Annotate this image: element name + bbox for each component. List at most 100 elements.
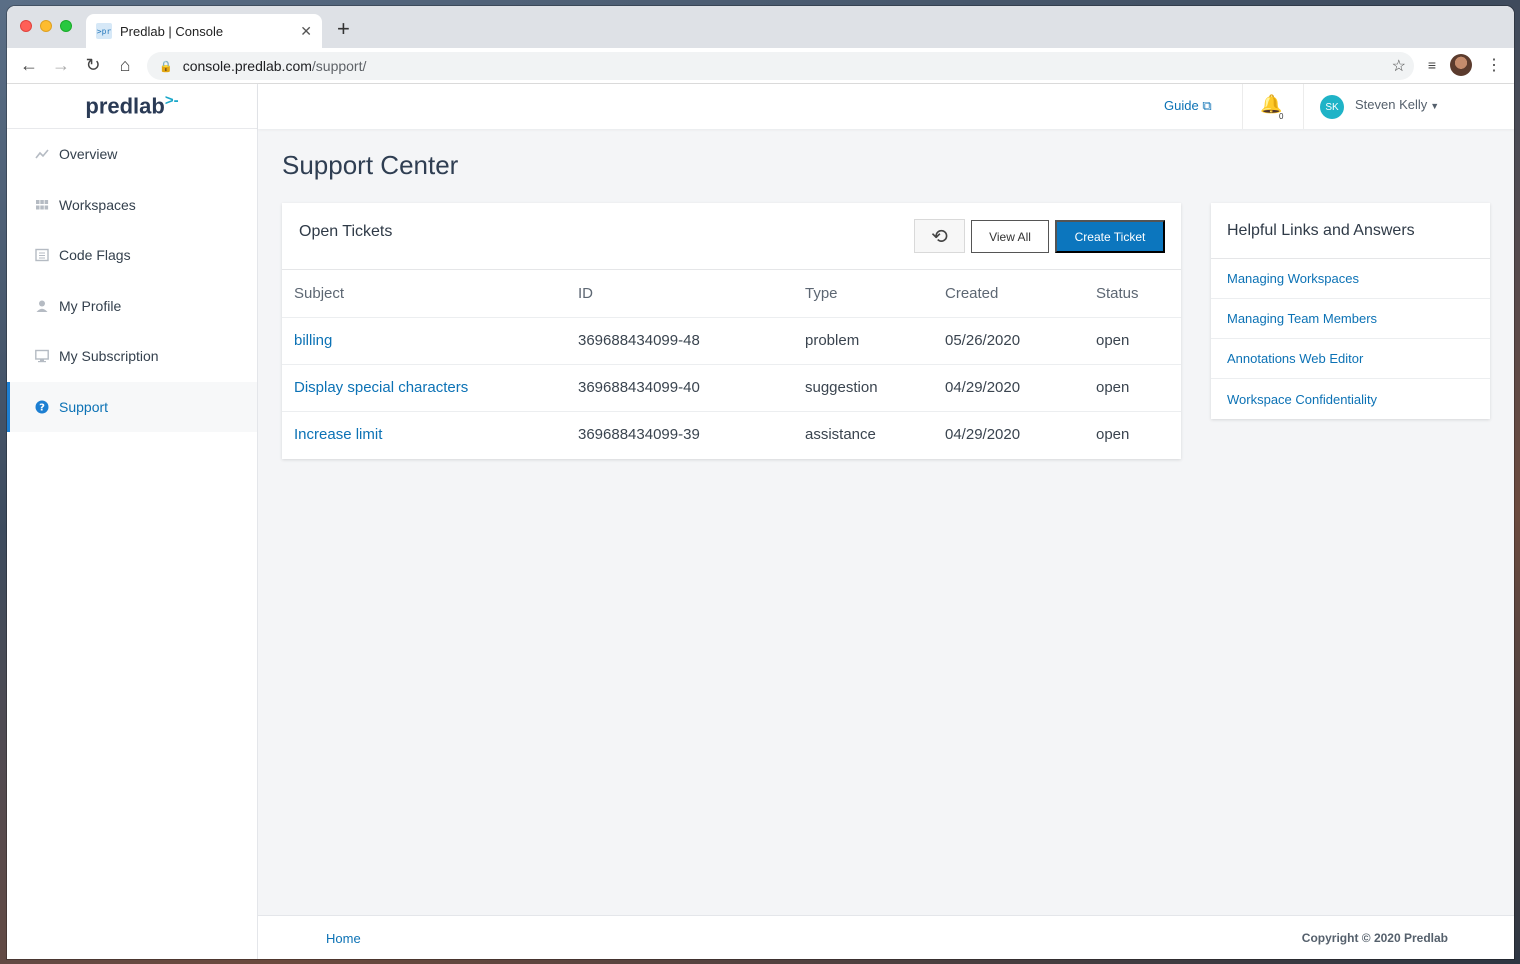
ticket-created: 05/26/2020 <box>933 317 1084 365</box>
card-title: Open Tickets <box>299 223 393 240</box>
browser-window: >pr Predlab | Console ✕ + ← → ↻ ⌂ 🔒 cons… <box>7 6 1514 959</box>
create-ticket-button[interactable]: Create Ticket <box>1055 220 1165 253</box>
user-menu[interactable]: Steven Kelly ▼ <box>1355 97 1439 112</box>
open-tickets-card: Open Tickets ⟲ View All Create Ticket Su… <box>282 203 1181 459</box>
table-row: Increase limit 369688434099-39 assistanc… <box>282 411 1181 458</box>
sidebar-item-label: My Profile <box>59 297 122 314</box>
browser-tab[interactable]: >pr Predlab | Console ✕ <box>86 14 322 48</box>
column-header[interactable]: ID <box>566 270 793 318</box>
table-row: billing 369688434099-48 problem 05/26/20… <box>282 317 1181 365</box>
ticket-status: open <box>1084 317 1181 365</box>
refresh-icon: ⟲ <box>931 225 948 248</box>
sidebar-item-my-profile[interactable]: My Profile <box>7 281 257 332</box>
calendar-icon <box>35 248 49 262</box>
help-link[interactable]: Managing Team Members <box>1211 299 1490 339</box>
browser-profile-avatar[interactable] <box>1450 54 1472 76</box>
browser-toolbar: ← → ↻ ⌂ 🔒 console.predlab.com/support/ ☆… <box>7 48 1514 84</box>
sidebar-nav: Overview Workspaces Code Flags My Profil… <box>7 129 257 432</box>
app-root: predlab>- Overview Workspaces Code Flags… <box>7 84 1514 959</box>
sidebar-item-label: Overview <box>59 146 118 163</box>
column-header[interactable]: Status <box>1084 270 1181 318</box>
lock-icon: 🔒 <box>159 60 173 73</box>
ticket-type: suggestion <box>793 364 933 412</box>
sidebar-item-code-flags[interactable]: Code Flags <box>7 230 257 281</box>
sidebar-item-workspaces[interactable]: Workspaces <box>7 180 257 231</box>
caret-down-icon: ▼ <box>1430 101 1440 111</box>
tab-title: Predlab | Console <box>120 23 224 39</box>
address-bar[interactable]: 🔒 console.predlab.com/support/ ☆ <box>147 52 1414 80</box>
ticket-status: open <box>1084 364 1181 412</box>
sidebar-item-label: My Subscription <box>59 348 159 365</box>
ticket-created: 04/29/2020 <box>945 426 1021 444</box>
footer: Home Copyright © 2020 Predlab <box>258 915 1514 959</box>
ticket-created: 04/29/2020 <box>933 364 1084 412</box>
card-header: Open Tickets ⟲ View All Create Ticket <box>282 203 1181 270</box>
table-row: Display special characters 369688434099-… <box>282 364 1181 412</box>
divider <box>1242 84 1243 129</box>
logo-area[interactable]: predlab>- <box>7 84 257 129</box>
ticket-subject-link[interactable]: billing <box>282 317 566 365</box>
sidebar: predlab>- Overview Workspaces Code Flags… <box>7 84 258 959</box>
home-icon[interactable]: ⌂ <box>109 55 141 76</box>
back-arrow-icon[interactable]: ← <box>13 55 45 76</box>
reload-icon[interactable]: ↻ <box>77 55 109 76</box>
sidebar-item-my-subscription[interactable]: My Subscription <box>7 331 257 382</box>
url-host: console.predlab.com <box>182 58 312 74</box>
ticket-type: assistance <box>805 426 876 444</box>
ticket-id: 369688434099-39 <box>578 426 700 444</box>
help-link[interactable]: Workspace Confidentiality <box>1211 379 1490 419</box>
ticket-id: 369688434099-48 <box>566 317 793 365</box>
ticket-type: problem <box>793 317 933 365</box>
user-icon <box>35 299 49 313</box>
close-window-button[interactable] <box>20 20 32 32</box>
help-link[interactable]: Annotations Web Editor <box>1211 339 1490 379</box>
tickets-table: Subject ID Type Created Status billing 3… <box>282 270 1181 458</box>
ticket-subject-link[interactable]: Display special characters <box>282 364 566 412</box>
divider <box>1303 84 1304 129</box>
card-header: Helpful Links and Answers <box>1211 203 1490 259</box>
top-bar: Guide ⧉ 🔔 0 SK Steven Kelly ▼ <box>258 84 1514 129</box>
column-header[interactable]: Subject <box>282 270 566 318</box>
table-header-row: Subject ID Type Created Status <box>282 270 1181 318</box>
svg-text:?: ? <box>39 402 45 413</box>
predlab-logo[interactable]: predlab>- <box>85 92 178 119</box>
close-tab-icon[interactable]: ✕ <box>300 23 312 40</box>
column-header[interactable]: Type <box>793 270 933 318</box>
question-circle-icon: ? <box>35 400 49 414</box>
new-tab-icon[interactable]: + <box>337 16 350 42</box>
notification-count: 0 <box>1279 112 1284 121</box>
refresh-button[interactable]: ⟲ <box>914 219 965 253</box>
sidebar-item-label: Code Flags <box>59 247 131 264</box>
chart-line-icon <box>35 147 49 161</box>
avatar[interactable]: SK <box>1320 95 1344 119</box>
sidebar-item-overview[interactable]: Overview <box>7 129 257 180</box>
sidebar-item-support[interactable]: ? Support <box>7 381 257 432</box>
maximize-window-button[interactable] <box>60 20 72 32</box>
bookmark-star-icon[interactable]: ☆ <box>1392 56 1406 76</box>
copyright-text: Copyright © 2020 Predlab <box>1301 931 1448 945</box>
tab-bar: >pr Predlab | Console ✕ + <box>7 6 1514 48</box>
card-title: Helpful Links and Answers <box>1227 222 1415 239</box>
url-path: /support/ <box>311 58 367 74</box>
page-title: Support Center <box>282 150 459 180</box>
monitor-icon <box>35 349 49 363</box>
ticket-status: open <box>1096 426 1130 444</box>
favicon-icon: >pr <box>96 23 112 39</box>
minimize-window-button[interactable] <box>40 20 52 32</box>
help-link[interactable]: Managing Workspaces <box>1211 259 1490 299</box>
view-all-button[interactable]: View All <box>971 220 1049 253</box>
forward-arrow-icon[interactable]: → <box>45 55 77 76</box>
media-control-icon[interactable]: ≡ <box>1428 57 1436 73</box>
ticket-id: 369688434099-40 <box>566 364 793 412</box>
footer-home-link[interactable]: Home <box>326 931 361 946</box>
column-header[interactable]: Created <box>933 270 1084 318</box>
grid-icon <box>35 198 49 212</box>
helpful-links-card: Helpful Links and Answers Managing Works… <box>1211 203 1490 419</box>
sidebar-item-label: Support <box>59 398 109 415</box>
main-content: Support Center Open Tickets ⟲ View All C… <box>258 129 1514 915</box>
menu-kebab-icon[interactable]: ⋮ <box>1486 55 1502 75</box>
sidebar-item-label: Workspaces <box>59 196 136 213</box>
ticket-subject-link[interactable]: Increase limit <box>282 411 566 458</box>
external-link-icon: ⧉ <box>1202 98 1212 113</box>
guide-link[interactable]: Guide ⧉ <box>1164 98 1212 114</box>
